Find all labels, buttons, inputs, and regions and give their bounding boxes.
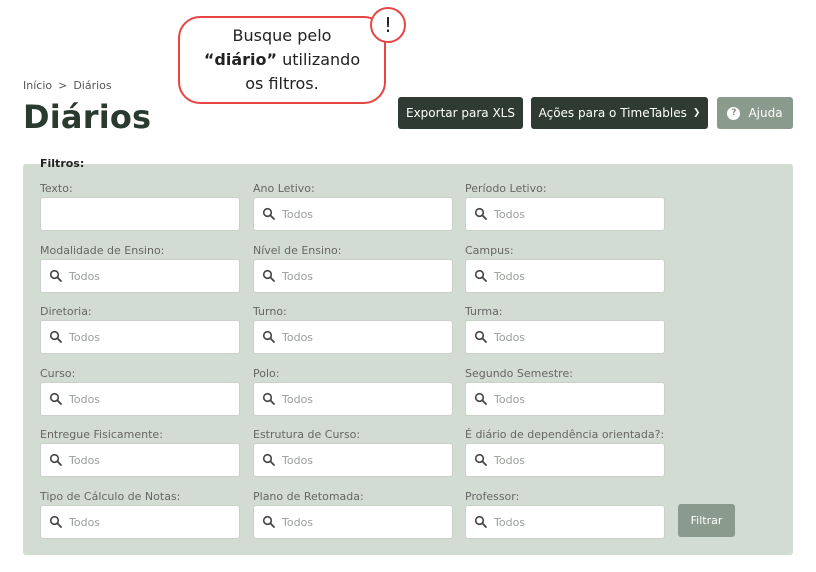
select-placeholder: Todos (69, 269, 101, 283)
callout-line-1: Busque pelo (232, 26, 332, 45)
export-xls-label: Exportar para XLS (406, 106, 515, 120)
select-placeholder: Todos (494, 269, 526, 283)
filter-select[interactable]: Todos (40, 259, 240, 293)
filter-label: Tipo de Cálculo de Notas: (40, 490, 181, 503)
filter-select[interactable]: Todos (253, 320, 453, 354)
select-placeholder: Todos (282, 269, 314, 283)
callout-line-3: os filtros. (245, 74, 319, 93)
timetables-actions-button[interactable]: Ações para o TimeTables ❯ (531, 97, 708, 129)
timetables-actions-label: Ações para o TimeTables (538, 106, 687, 120)
filter-select[interactable]: Todos (465, 443, 665, 477)
filter-label: Nível de Ensino: (253, 244, 342, 257)
select-placeholder: Todos (494, 453, 526, 467)
filter-select[interactable]: Todos (465, 320, 665, 354)
filter-select[interactable]: Todos (40, 505, 240, 539)
filter-label: Professor: (465, 490, 520, 503)
filter-label: Campus: (465, 244, 514, 257)
page-title: Diários (23, 98, 152, 136)
select-placeholder: Todos (282, 330, 314, 344)
breadcrumb-home-link[interactable]: Início (23, 79, 52, 92)
search-icon (474, 269, 487, 282)
search-icon (262, 269, 275, 282)
filter-label: Período Letivo: (465, 182, 547, 195)
search-icon (262, 453, 275, 466)
filter-label: Modalidade de Ensino: (40, 244, 165, 257)
select-placeholder: Todos (69, 515, 101, 529)
select-placeholder: Todos (282, 515, 314, 529)
search-icon (49, 453, 62, 466)
select-placeholder: Todos (282, 207, 314, 221)
search-icon (49, 515, 62, 528)
filter-select[interactable]: Todos (465, 259, 665, 293)
filter-label: Plano de Retomada: (253, 490, 364, 503)
filter-select[interactable]: Todos (253, 443, 453, 477)
select-placeholder: Todos (69, 453, 101, 467)
search-icon (262, 515, 275, 528)
question-circle-icon: ? (727, 106, 741, 120)
filter-label: Turno: (253, 305, 287, 318)
search-icon (474, 330, 487, 343)
instruction-callout: Busque pelo “diário” utilizando os filtr… (178, 16, 386, 104)
text-search-input[interactable] (40, 197, 240, 231)
search-icon (49, 392, 62, 405)
filter-select[interactable]: Todos (253, 259, 453, 293)
callout-line-2-rest: utilizando (277, 50, 361, 69)
filter-select[interactable]: Todos (253, 382, 453, 416)
select-placeholder: Todos (69, 392, 101, 406)
exclamation-icon: ! (370, 7, 406, 43)
callout-bold-word: “diário” (203, 50, 277, 69)
filter-label: Segundo Semestre: (465, 367, 573, 380)
callout-line-2: “diário” utilizando (204, 48, 360, 72)
filter-button[interactable]: Filtrar (678, 504, 735, 537)
select-placeholder: Todos (494, 392, 526, 406)
search-icon (49, 269, 62, 282)
search-icon (262, 392, 275, 405)
filter-select[interactable]: Todos (253, 197, 453, 231)
filter-label: Texto: (40, 182, 73, 195)
search-icon (474, 392, 487, 405)
breadcrumb: Início > Diários (23, 79, 112, 92)
breadcrumb-separator: > (58, 79, 68, 92)
filter-label: Turma: (465, 305, 503, 318)
filter-select[interactable]: Todos (465, 197, 665, 231)
filter-label: Entregue Fisicamente: (40, 428, 163, 441)
search-icon (262, 207, 275, 220)
filter-select[interactable]: Todos (40, 443, 240, 477)
export-xls-button[interactable]: Exportar para XLS (398, 97, 523, 129)
breadcrumb-current: Diários (73, 79, 112, 92)
filter-label: Ano Letivo: (253, 182, 315, 195)
select-placeholder: Todos (494, 207, 526, 221)
filters-title: Filtros: (40, 157, 85, 170)
filter-select[interactable]: Todos (465, 382, 665, 416)
search-icon (474, 207, 487, 220)
help-button[interactable]: ? Ajuda (717, 97, 793, 129)
search-icon (474, 515, 487, 528)
filter-label: É diário de dependência orientada?: (465, 428, 665, 441)
select-placeholder: Todos (282, 453, 314, 467)
chevron-down-icon: ❯ (692, 108, 701, 118)
select-placeholder: Todos (494, 330, 526, 344)
search-icon (262, 330, 275, 343)
select-placeholder: Todos (69, 330, 101, 344)
filter-button-label: Filtrar (690, 514, 723, 527)
filter-select[interactable]: Todos (253, 505, 453, 539)
search-icon (49, 330, 62, 343)
filter-label: Polo: (253, 367, 280, 380)
search-icon (474, 453, 487, 466)
filter-label: Curso: (40, 367, 76, 380)
select-placeholder: Todos (282, 392, 314, 406)
filter-select[interactable]: Todos (465, 505, 665, 539)
filter-select[interactable]: Todos (40, 320, 240, 354)
filter-label: Diretoria: (40, 305, 92, 318)
filter-label: Estrutura de Curso: (253, 428, 361, 441)
help-label: Ajuda (748, 106, 783, 120)
filter-select[interactable]: Todos (40, 382, 240, 416)
select-placeholder: Todos (494, 515, 526, 529)
